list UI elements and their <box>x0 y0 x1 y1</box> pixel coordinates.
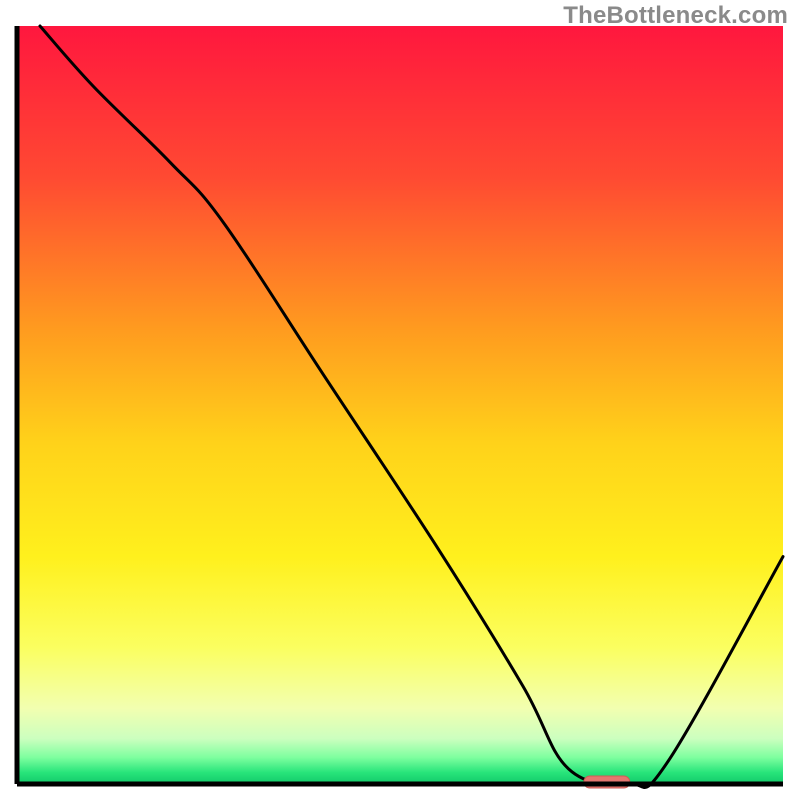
chart-root: TheBottleneck.com <box>0 0 800 800</box>
gradient-background <box>17 26 783 784</box>
watermark-text: TheBottleneck.com <box>563 2 788 30</box>
bottleneck-curve-chart <box>0 0 800 800</box>
